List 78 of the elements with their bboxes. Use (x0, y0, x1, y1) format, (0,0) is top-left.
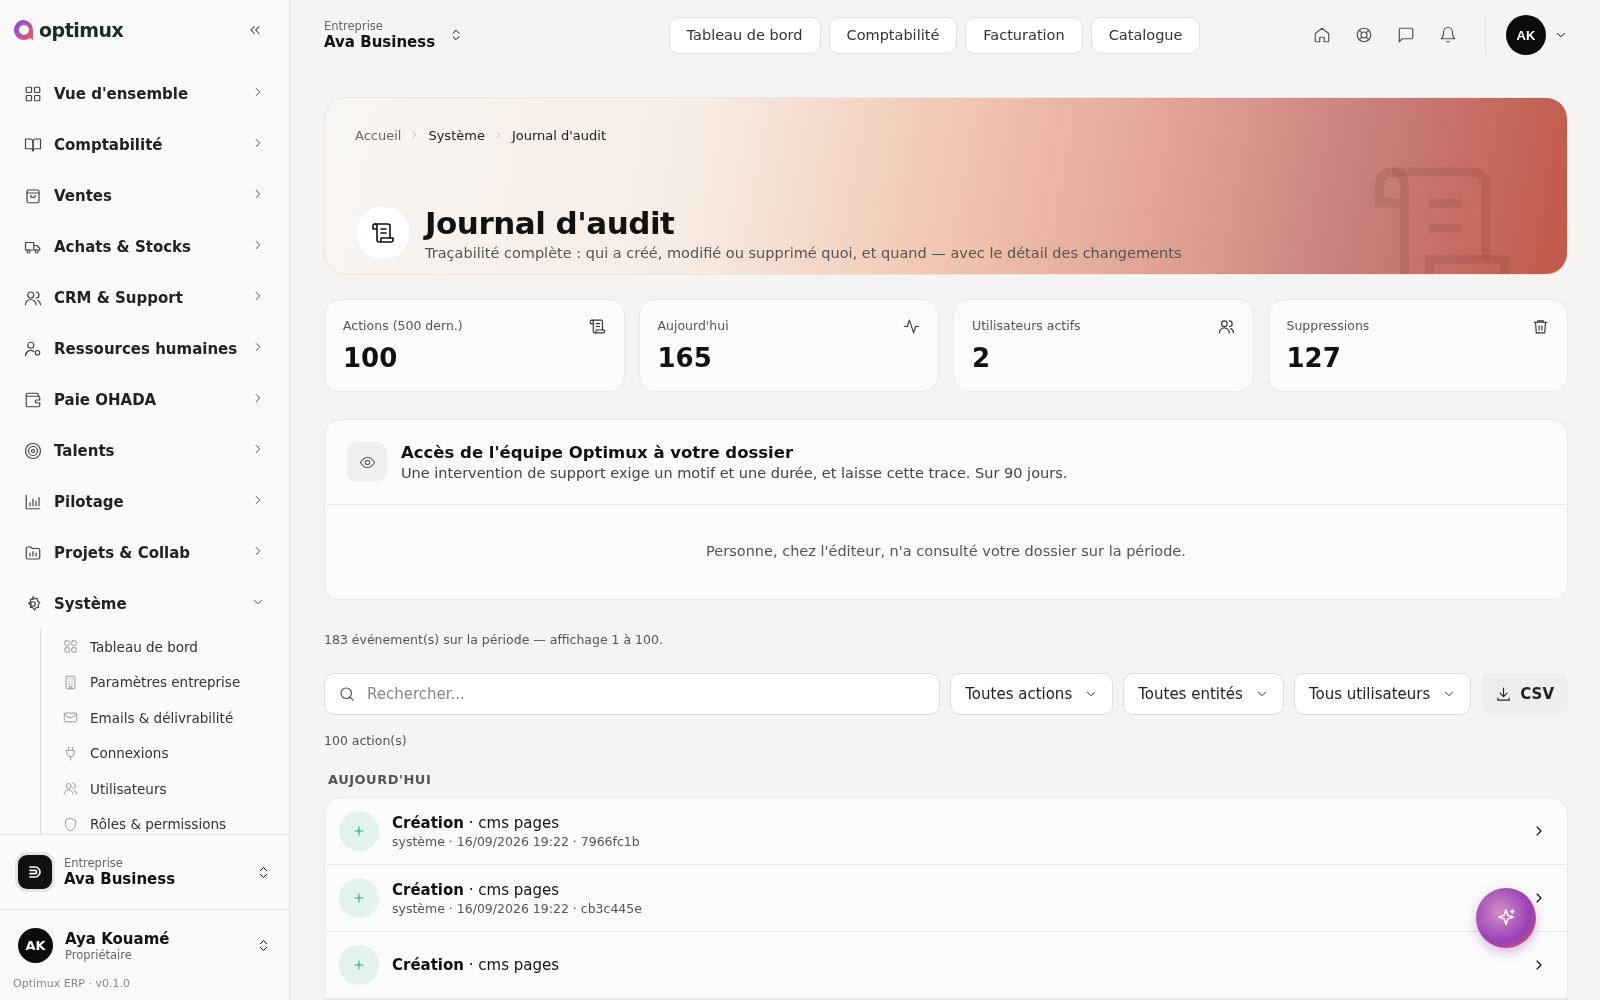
nav-item[interactable]: Achats & Stocks (12, 221, 277, 272)
trash-icon (1532, 318, 1549, 335)
breadcrumb-link[interactable]: Système (428, 127, 485, 143)
version-text: Optimux ERP · v0.1.0 (12, 976, 131, 992)
lifebuoy-icon (1355, 26, 1373, 45)
folder-icon (24, 543, 42, 562)
mail-icon (63, 710, 78, 726)
card-description: Une intervention de support exige un motif et une durée, et laisse cette trace. Sur 90 jours. (401, 465, 1068, 481)
filter-dropdown[interactable]: Tous utilisateurs (1293, 673, 1472, 715)
search-field[interactable]: Rechercher... (324, 673, 941, 715)
quick-link-button[interactable]: Tableau de bord (668, 16, 821, 54)
summary-text: 183 événement(s) sur la période — affichage 1 à 100. (324, 632, 664, 647)
breadcrumb-link[interactable]: Journal d'audit (511, 127, 606, 143)
users-icon (1217, 318, 1235, 335)
pulse-icon (903, 318, 920, 335)
nav-item[interactable]: Talents (12, 425, 277, 476)
stat-value: 100 (343, 343, 399, 373)
stat-value: 2 (972, 343, 992, 373)
quick-link-button[interactable]: Catalogue (1090, 16, 1201, 54)
target-icon (24, 441, 42, 460)
bell-icon (1439, 26, 1457, 45)
event-row[interactable]: Création · cms pages système · 16/09/2026 19:22 · 7966fc1b (325, 798, 1567, 865)
stat-label: Utilisateurs actifs (972, 318, 1081, 333)
nav-item[interactable]: Vue d'ensemble (12, 68, 277, 119)
nav-item[interactable]: CRM & Support (12, 272, 277, 323)
nav-item[interactable]: Paie OHADA (12, 374, 277, 425)
bar-chart-icon (24, 492, 42, 511)
filter-dropdown[interactable]: Toutes actions (950, 673, 1114, 715)
nav-item[interactable]: Ventes (12, 170, 277, 221)
card-title: Accès de l'équipe Optimux à votre dossier (401, 443, 795, 462)
grid-icon (24, 84, 42, 103)
bag-icon (24, 186, 42, 205)
stat-value: 165 (657, 343, 713, 373)
nav-item[interactable]: Système (12, 578, 277, 629)
breadcrumb-link[interactable]: Accueil (355, 127, 402, 143)
account-menu[interactable]: AK (1485, 15, 1568, 56)
sub-nav-item[interactable]: Rôles & permissions (53, 806, 277, 834)
empty-state-text: Personne, chez l'éditeur, n'a consulté votre dossier sur la période. (705, 542, 1187, 561)
sub-nav-item[interactable]: Tableau de bord (53, 629, 277, 665)
nav-item[interactable]: Projets & Collab (12, 527, 277, 578)
scroll-icon (371, 220, 395, 245)
book-icon (24, 135, 42, 154)
building-icon (63, 674, 78, 690)
stat-value: 127 (1286, 343, 1342, 373)
stat-label: Actions (500 dern.) (343, 318, 463, 333)
quick-link-button[interactable]: Comptabilité (828, 16, 958, 54)
group-heading: AUJOURD'HUI (328, 772, 433, 787)
chat-bubble-icon (1397, 26, 1415, 45)
page-subtitle: Traçabilité complète : qui a créé, modifié ou supprimé quoi, et quand — avec le détail des changements (425, 244, 1182, 261)
home-icon (1313, 26, 1331, 45)
sub-nav-item[interactable]: Connexions (53, 735, 277, 771)
download-icon (1495, 685, 1513, 703)
logo-icon (12, 18, 36, 42)
company-switcher[interactable]: Entreprise Ava Business (0, 834, 289, 910)
grid-icon (63, 639, 78, 655)
quick-link-button[interactable]: Facturation (965, 16, 1083, 54)
user-menu[interactable]: AK Aya Kouamé Propriétaire (0, 910, 289, 973)
sub-nav-item[interactable]: Emails & délivrabilité (53, 700, 277, 736)
export-button[interactable]: CSV (1481, 673, 1568, 715)
scroll-icon (588, 318, 606, 335)
shield-icon (63, 816, 78, 832)
users-icon (24, 288, 42, 307)
plug-icon (63, 745, 78, 761)
stat-label: Suppressions (1286, 318, 1370, 333)
brand-name: optimux (39, 19, 124, 41)
filter-dropdown[interactable]: Toutes entités (1123, 673, 1284, 715)
sub-nav-item[interactable]: Utilisateurs (53, 771, 277, 807)
result-count: 100 action(s) (324, 733, 408, 748)
page-title: Journal d'audit (425, 204, 676, 241)
stat-label: Aujourd'hui (657, 318, 729, 333)
company-selector[interactable]: Entreprise Ava Business (324, 19, 464, 52)
wallet-icon (24, 390, 42, 409)
nav-item[interactable]: Ressources humaines (12, 323, 277, 374)
user-gear-icon (24, 339, 42, 358)
users-icon (63, 781, 78, 797)
sub-nav-item[interactable]: Paramètres entreprise (53, 664, 277, 700)
nav-item[interactable]: Comptabilité (12, 119, 277, 170)
nav-item[interactable]: Pilotage (12, 476, 277, 527)
